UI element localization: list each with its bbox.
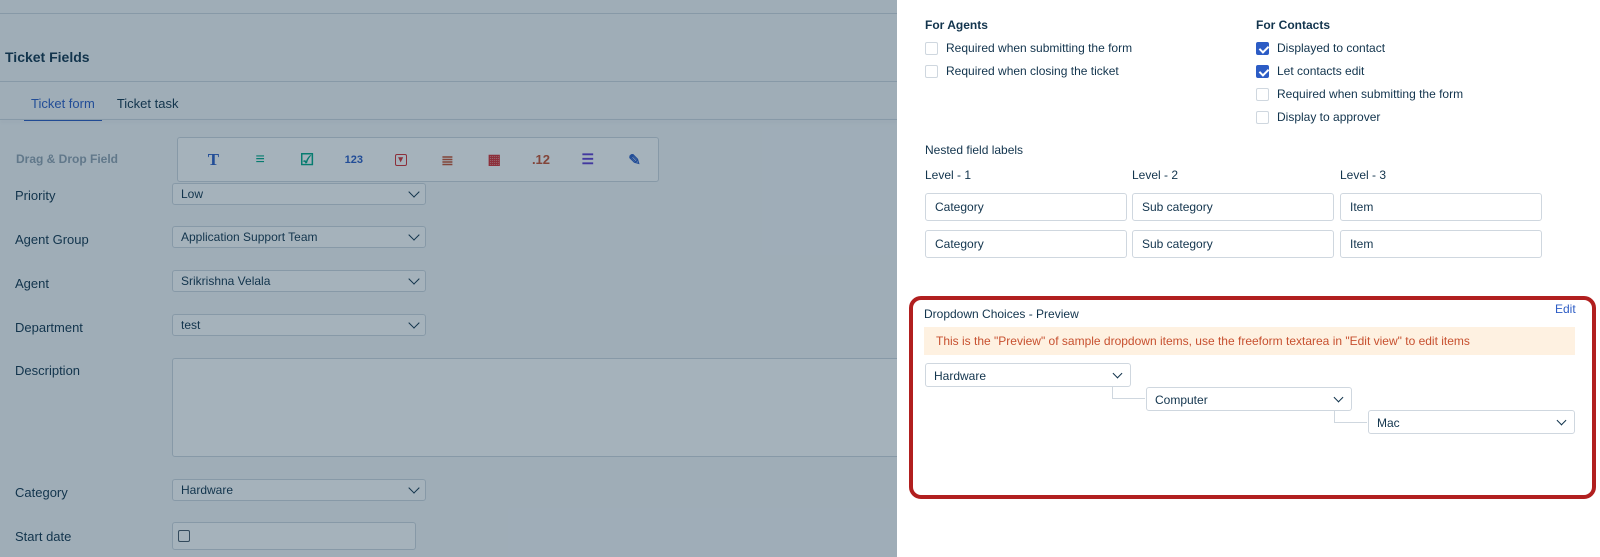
for-agents-heading: For Agents: [925, 18, 988, 32]
contact-edit-row[interactable]: Let contacts edit: [1256, 64, 1364, 78]
contact-approver-row[interactable]: Display to approver: [1256, 110, 1380, 124]
agent-required-close-row[interactable]: Required when closing the ticket: [925, 64, 1119, 78]
contact-displayed-row[interactable]: Displayed to contact: [1256, 41, 1385, 55]
chevron-down-icon: [1112, 368, 1123, 379]
edit-link[interactable]: Edit: [1555, 302, 1576, 316]
level-1-contact-input[interactable]: Category: [925, 230, 1127, 258]
checkbox[interactable]: [1256, 110, 1269, 124]
level-3-agent-input[interactable]: Item: [1340, 193, 1542, 221]
chevron-down-icon: [1556, 415, 1567, 426]
checkbox-label: Required when closing the ticket: [946, 64, 1119, 78]
level-2-label: Level - 2: [1132, 168, 1179, 182]
checkbox-label: Required when submitting the form: [946, 41, 1133, 55]
modal-backdrop[interactable]: [0, 0, 897, 557]
checkbox-label: Display to approver: [1277, 110, 1381, 124]
preview-level-2-dropdown[interactable]: Computer: [1146, 387, 1352, 411]
preview-level-1-dropdown[interactable]: Hardware: [925, 363, 1131, 387]
tree-connector: [1334, 411, 1367, 423]
checkbox-label: Displayed to contact: [1277, 41, 1386, 55]
dropdown-value: Hardware: [934, 369, 987, 383]
level-2-contact-input[interactable]: Sub category: [1132, 230, 1334, 258]
checkbox[interactable]: [925, 41, 938, 55]
checkbox-checked[interactable]: [1256, 41, 1269, 55]
for-contacts-heading: For Contacts: [1256, 18, 1331, 32]
chevron-down-icon: [1333, 392, 1344, 403]
dropdown-value: Computer: [1155, 393, 1208, 407]
dropdown-value: Mac: [1377, 416, 1400, 430]
agent-required-submit-row[interactable]: Required when submitting the form: [925, 41, 1132, 55]
level-3-contact-input[interactable]: Item: [1340, 230, 1542, 258]
tree-connector: [1112, 387, 1145, 399]
preview-info-banner: This is the "Preview" of sample dropdown…: [924, 327, 1575, 355]
level-3-label: Level - 3: [1340, 168, 1387, 182]
checkbox[interactable]: [925, 64, 938, 78]
checkbox-label: Let contacts edit: [1277, 64, 1365, 78]
field-properties-drawer: For Agents Required when submitting the …: [897, 0, 1600, 557]
level-1-label: Level - 1: [925, 168, 972, 182]
preview-level-3-dropdown[interactable]: Mac: [1368, 410, 1575, 434]
checkbox-checked[interactable]: [1256, 64, 1269, 78]
checkbox-label: Required when submitting the form: [1277, 87, 1464, 101]
preview-title: Dropdown Choices - Preview: [924, 307, 1079, 321]
level-1-agent-input[interactable]: Category: [925, 193, 1127, 221]
nested-labels-heading: Nested field labels: [925, 143, 1024, 157]
checkbox[interactable]: [1256, 87, 1269, 101]
level-2-agent-input[interactable]: Sub category: [1132, 193, 1334, 221]
contact-required-submit-row[interactable]: Required when submitting the form: [1256, 87, 1463, 101]
